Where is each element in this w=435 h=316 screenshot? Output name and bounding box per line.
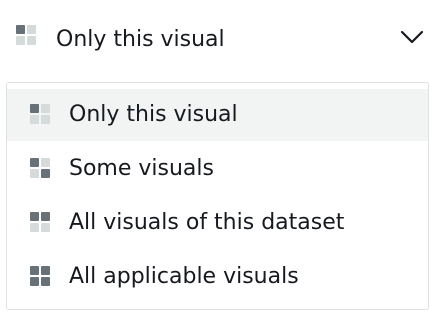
grid-two-filled-icon bbox=[30, 158, 50, 178]
grid-all-filled-icon bbox=[30, 266, 50, 286]
option-label: Only this visual bbox=[69, 102, 238, 127]
grid-top-filled-icon bbox=[30, 212, 50, 232]
option-some-visuals[interactable]: Some visuals bbox=[7, 143, 428, 195]
chevron-down-icon[interactable] bbox=[400, 30, 424, 44]
visual-scope-select[interactable]: Only this visual bbox=[0, 0, 435, 76]
option-label: All visuals of this dataset bbox=[69, 210, 345, 235]
grid-one-filled-icon bbox=[30, 104, 50, 124]
option-label: All applicable visuals bbox=[69, 264, 299, 289]
option-all-visuals-of-dataset[interactable]: All visuals of this dataset bbox=[7, 197, 428, 249]
option-only-this-visual[interactable]: Only this visual bbox=[7, 89, 428, 141]
option-all-applicable-visuals[interactable]: All applicable visuals bbox=[7, 251, 428, 303]
visual-scope-dropdown-menu: Only this visual Some visuals All visual… bbox=[6, 82, 429, 310]
grid-one-filled-icon bbox=[16, 25, 36, 45]
option-label: Some visuals bbox=[69, 156, 214, 181]
select-value: Only this visual bbox=[56, 27, 225, 52]
